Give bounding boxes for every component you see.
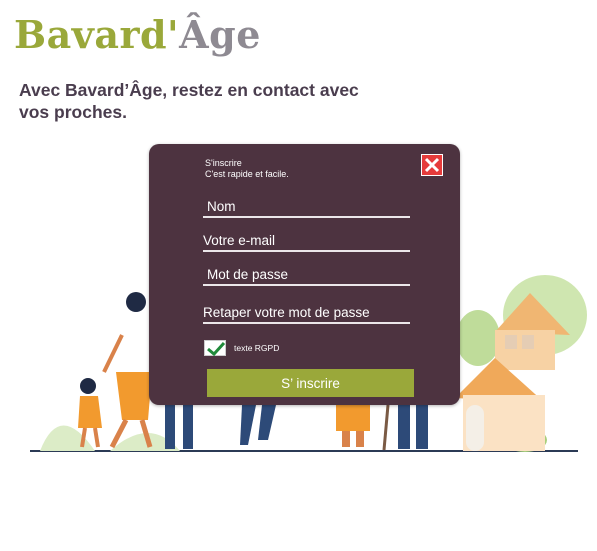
tagline: Avec Bavard’Âge, restez en contact avec … (19, 80, 359, 122)
app-logo: Bavard'Âge (14, 16, 261, 54)
password-input[interactable] (203, 267, 414, 284)
password-confirm-field-wrapper (203, 304, 410, 324)
rgpd-checkbox[interactable] (204, 340, 226, 357)
logo-part-age: Âge (179, 12, 261, 57)
name-input[interactable] (203, 199, 414, 216)
password-field-wrapper (203, 266, 414, 286)
rgpd-consent: texte RGPD (204, 340, 280, 357)
signup-modal: S'inscrire C'est rapide et facile. texte… (149, 144, 460, 405)
close-icon (424, 157, 440, 173)
modal-header: S'inscrire C'est rapide et facile. (205, 158, 289, 180)
name-field-wrapper (203, 198, 414, 218)
modal-title: S'inscrire (205, 158, 242, 168)
email-field-wrapper (203, 232, 410, 252)
logo-part-bavard: Bavard' (14, 12, 180, 57)
signup-button[interactable]: S’ inscrire (207, 369, 414, 397)
email-input[interactable] (203, 233, 410, 250)
modal-subtitle: C'est rapide et facile. (205, 169, 289, 179)
close-button[interactable] (421, 154, 443, 176)
checkmark-icon (207, 341, 226, 357)
rgpd-label: texte RGPD (234, 343, 280, 353)
password-confirm-input[interactable] (203, 305, 410, 322)
